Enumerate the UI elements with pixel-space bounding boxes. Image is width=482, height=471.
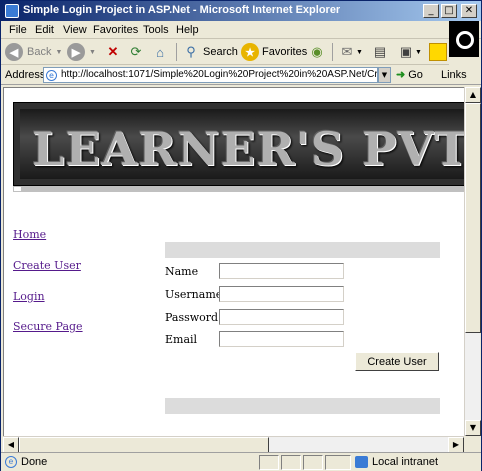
address-dropdown-icon[interactable]: ▼ — [378, 67, 391, 83]
edit-icon: ▣ — [399, 44, 413, 59]
menu-tools[interactable]: Tools — [143, 24, 169, 36]
messenger-button[interactable] — [429, 42, 447, 62]
favorites-button[interactable]: ★ Favorites — [241, 42, 307, 62]
page-icon: e — [46, 70, 57, 81]
back-icon: ◀ — [5, 43, 23, 61]
go-label: Go — [408, 68, 423, 81]
refresh-icon: ⟳ — [130, 44, 142, 59]
scroll-right-icon[interactable]: ▶ — [448, 437, 464, 453]
search-button[interactable]: ⚲ Search — [182, 42, 238, 62]
home-icon: ⌂ — [156, 44, 164, 60]
create-user-button[interactable]: Create User — [355, 352, 439, 371]
mail-button[interactable]: ✉ ▼ — [338, 42, 363, 62]
address-bar: Address e http://localhost:1071/Simple%2… — [1, 65, 481, 85]
stop-button[interactable]: ✕ — [104, 42, 122, 62]
favorites-label: Favorites — [262, 46, 308, 58]
status-cell — [259, 455, 279, 470]
refresh-button[interactable]: ⟳ — [127, 42, 145, 62]
username-label: Username — [165, 288, 223, 301]
title-bar[interactable]: Simple Login Project in ASP.Net - Micros… — [1, 1, 481, 21]
maximize-button[interactable]: □ — [441, 4, 457, 18]
back-dropdown-icon[interactable]: ▼ — [55, 49, 62, 56]
print-icon: ▤ — [373, 44, 387, 59]
browser-window: Simple Login Project in ASP.Net - Micros… — [0, 0, 482, 471]
status-cell — [325, 455, 351, 470]
banner-strip — [13, 186, 464, 192]
edit-dropdown-icon[interactable]: ▼ — [415, 49, 422, 56]
links-button[interactable]: Links — [441, 69, 467, 81]
password-field[interactable] — [219, 309, 344, 325]
go-arrow-icon: ➜ — [396, 69, 406, 81]
status-text: Done — [21, 456, 48, 468]
media-button[interactable]: ◉ — [308, 42, 326, 62]
favorites-icon: ★ — [241, 43, 259, 61]
edit-button[interactable]: ▣ ▼ — [397, 42, 422, 62]
nav-home-link[interactable]: Home — [13, 228, 46, 241]
form-header-band — [165, 242, 440, 258]
menu-edit[interactable]: Edit — [35, 24, 54, 36]
ie-app-icon[interactable] — [5, 4, 19, 18]
menu-help[interactable]: Help — [176, 24, 199, 36]
scroll-down-icon[interactable]: ▼ — [465, 420, 481, 436]
mail-icon: ✉ — [341, 44, 353, 59]
media-icon: ◉ — [311, 44, 323, 59]
vertical-scrollbar[interactable]: ▲ ▼ — [464, 87, 481, 436]
scroll-up-icon[interactable]: ▲ — [465, 87, 481, 103]
print-button[interactable]: ▤ — [371, 42, 389, 62]
menu-bar: File Edit View Favorites Tools Help — [1, 21, 481, 39]
windows-throbber-icon — [449, 21, 479, 57]
horizontal-scroll-thumb[interactable] — [19, 437, 269, 453]
forward-button[interactable]: ▶ ▼ — [67, 42, 96, 62]
password-label: Password — [165, 311, 219, 324]
standard-toolbar: ◀ Back ▼ ▶ ▼ ✕ ⟳ ⌂ ⚲ Search ★ Favorites … — [1, 39, 449, 65]
email-field[interactable] — [219, 331, 344, 347]
horizontal-scrollbar[interactable]: ◀ ▶ — [3, 436, 464, 453]
mail-dropdown-icon[interactable]: ▼ — [356, 49, 363, 56]
address-url[interactable]: http://localhost:1071/Simple%20Login%20P… — [61, 69, 377, 80]
ie-page-icon: e — [5, 456, 17, 468]
menu-favorites[interactable]: Favorites — [93, 24, 138, 36]
security-zone[interactable]: Local intranet — [355, 456, 438, 468]
menu-file[interactable]: File — [9, 24, 27, 36]
address-input[interactable]: e http://localhost:1071/Simple%20Login%2… — [43, 67, 378, 83]
zone-label: Local intranet — [372, 456, 439, 468]
home-button[interactable]: ⌂ — [151, 42, 169, 62]
email-label: Email — [165, 333, 198, 346]
search-icon: ⚲ — [186, 44, 196, 59]
forward-icon: ▶ — [67, 43, 85, 61]
go-button[interactable]: ➜ Go — [396, 68, 423, 82]
back-label: Back — [27, 46, 52, 58]
status-cell — [303, 455, 323, 470]
scroll-left-icon[interactable]: ◀ — [3, 437, 19, 453]
vertical-scroll-thumb[interactable] — [465, 103, 481, 333]
username-field[interactable] — [219, 286, 344, 302]
scrollbar-corner — [464, 436, 480, 452]
stop-icon: ✕ — [107, 44, 119, 59]
status-bar: e Done Local intranet — [1, 452, 481, 471]
local-intranet-icon — [355, 456, 368, 468]
nav-login-link[interactable]: Login — [13, 290, 45, 303]
page-content: LEARNER'S PVT LTD Home Create User Login… — [3, 87, 464, 436]
minimize-button[interactable]: _ — [423, 4, 439, 18]
menu-view[interactable]: View — [63, 24, 87, 36]
name-label: Name — [165, 265, 199, 278]
banner: LEARNER'S PVT LTD — [13, 102, 464, 186]
status-cell — [281, 455, 301, 470]
status-done: e Done — [5, 456, 47, 468]
search-label: Search — [203, 46, 238, 58]
back-button[interactable]: ◀ Back ▼ — [5, 42, 62, 62]
forward-dropdown-icon[interactable]: ▼ — [89, 49, 96, 56]
form-footer-band — [165, 398, 440, 414]
nav-secure-page-link[interactable]: Secure Page — [13, 320, 83, 333]
address-label: Address — [5, 69, 46, 81]
name-field[interactable] — [219, 263, 344, 279]
window-title: Simple Login Project in ASP.Net - Micros… — [23, 4, 341, 16]
nav-create-user-link[interactable]: Create User — [13, 259, 81, 272]
close-button[interactable]: ✕ — [461, 4, 477, 18]
messenger-icon — [429, 43, 447, 61]
banner-logo-text: LEARNER'S PVT LTD — [32, 122, 464, 176]
